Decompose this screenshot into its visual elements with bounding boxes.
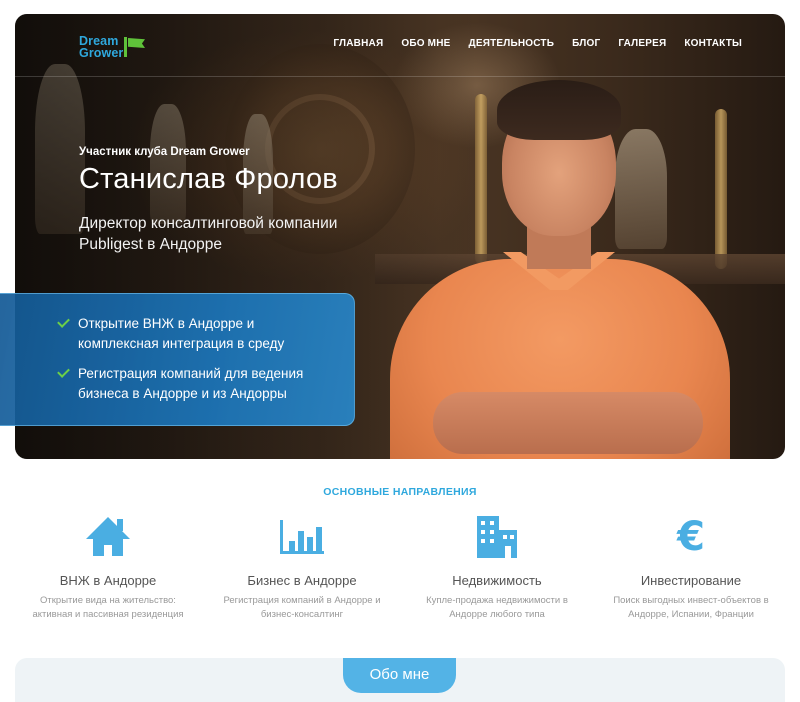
club-member-label: Участник клуба Dream Grower — [79, 146, 250, 158]
person-photo-arms — [433, 392, 703, 454]
feature-text: Регистрация компаний для ведения бизнеса… — [78, 366, 304, 401]
direction-card-business[interactable]: Бизнес в Андорре Регистрация компаний в … — [207, 512, 397, 622]
feature-text: Открытие ВНЖ в Андорре и комплексная инт… — [78, 316, 285, 351]
direction-desc: Открытие вида на жительство: активная и … — [32, 595, 184, 620]
nav-item-activity[interactable]: ДЕЯТЕЛЬНОСТЬ — [469, 38, 555, 49]
person-name: Станислав Фролов — [79, 163, 338, 195]
direction-desc: Купле-продажа недвижимости в Андорре люб… — [426, 595, 568, 620]
nav-item-contacts[interactable]: КОНТАКТЫ — [684, 38, 742, 49]
feature-item: Открытие ВНЖ в Андорре и комплексная инт… — [58, 314, 338, 354]
checkmark-icon — [58, 365, 70, 377]
features-box: Открытие ВНЖ в Андорре и комплексная инт… — [0, 293, 355, 426]
buildings-icon — [472, 512, 522, 562]
direction-title: Бизнес в Андорре — [247, 573, 357, 588]
feature-item: Регистрация компаний для ведения бизнеса… — [58, 364, 338, 404]
nav-item-blog[interactable]: БЛОГ — [572, 38, 600, 49]
direction-card-residence[interactable]: ВНЖ в Андорре Открытие вида на жительств… — [13, 512, 203, 622]
bar-chart-icon — [277, 512, 327, 562]
nav-item-about[interactable]: ОБО МНЕ — [401, 38, 450, 49]
person-photo-hair — [497, 80, 621, 140]
main-nav: ГЛАВНАЯ ОБО МНЕ ДЕЯТЕЛЬНОСТЬ БЛОГ ГАЛЕРЕ… — [315, 38, 742, 49]
about-tab-button[interactable]: Обо мне — [343, 658, 456, 693]
section-title-directions: ОСНОВНЫЕ НАПРАВЛЕНИЯ — [323, 486, 477, 498]
nav-item-gallery[interactable]: ГАЛЕРЕЯ — [618, 38, 666, 49]
direction-title: Инвестирование — [640, 573, 742, 588]
house-icon — [83, 512, 133, 562]
logo-text-line2: Grower — [79, 45, 124, 60]
checkmark-icon — [58, 315, 70, 327]
flag-icon — [124, 37, 146, 57]
nav-item-home[interactable]: ГЛАВНАЯ — [333, 38, 383, 49]
euro-icon: € — [677, 514, 705, 560]
header-divider — [15, 76, 785, 77]
direction-title: Недвижимость — [452, 573, 542, 588]
direction-card-realty[interactable]: Недвижимость Купле-продажа недвижимости … — [402, 512, 592, 622]
direction-card-invest[interactable]: € Инвестирование Поиск выгодных инвест-о… — [596, 512, 786, 622]
direction-desc: Регистрация компаний в Андорре и бизнес-… — [223, 595, 381, 620]
person-role: Директор консалтинговой компании Publige… — [79, 215, 338, 253]
direction-title: ВНЖ в Андорре — [59, 573, 157, 588]
site-logo[interactable]: Dream Grower — [79, 35, 159, 62]
direction-desc: Поиск выгодных инвест-объектов в Андорре… — [613, 595, 769, 620]
